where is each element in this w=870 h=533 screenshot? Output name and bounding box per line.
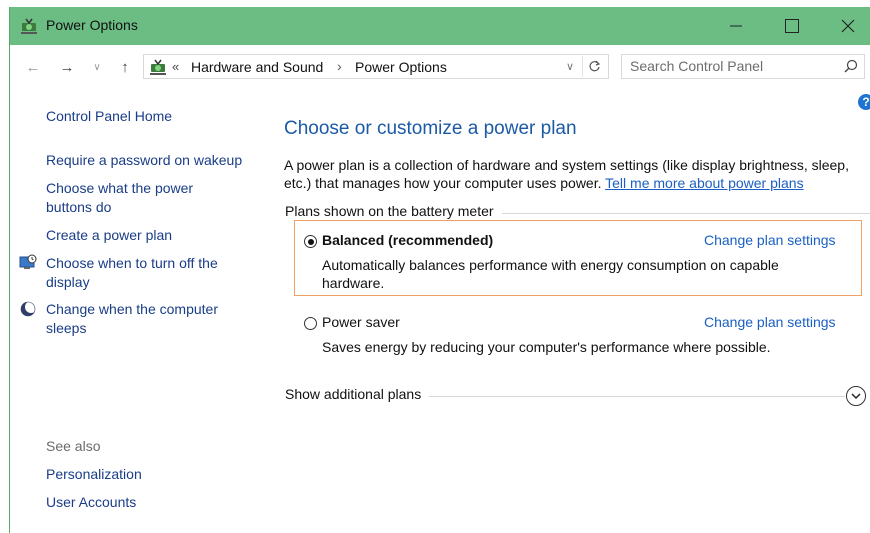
plan-description-balanced: Automatically balances performance with … [322,257,779,291]
search-input[interactable] [630,58,830,74]
breadcrumb-separator-icon[interactable]: › [337,58,342,74]
sidebar-item-turn-off-display[interactable]: Choose when to turn off the display [46,254,246,292]
power-options-window: Power Options ← → ∨ ↑ « Hardware and Sou… [9,7,870,533]
sidebar-item-create-plan[interactable]: Create a power plan [46,226,172,245]
sidebar-item-user-accounts[interactable]: User Accounts [46,493,136,512]
sidebar-item-computer-sleeps[interactable]: Change when the computer sleeps [46,300,246,338]
navigation-bar: ← → ∨ ↑ « Hardware and Sound › Power Opt… [10,45,870,89]
recent-locations-button[interactable]: ∨ [86,56,108,78]
window-title: Power Options [46,17,138,33]
sidebar-item-personalization[interactable]: Personalization [46,465,142,484]
close-icon [841,19,855,33]
sidebar-item-control-panel-home[interactable]: Control Panel Home [46,107,172,126]
tell-me-more-link[interactable]: Tell me more about power plans [605,175,803,191]
page-description: A power plan is a collection of hardware… [284,156,870,192]
balanced-change-settings-link[interactable]: Change plan settings [704,232,836,248]
minimize-button[interactable] [710,7,762,45]
additional-plans-section[interactable]: Show additional plans [285,386,845,406]
question-icon: ? [862,95,870,109]
monitor-clock-icon [19,254,37,269]
control-panel-icon [150,59,166,75]
show-additional-plans-label[interactable]: Show additional plans [285,386,430,402]
maximize-button[interactable] [766,7,818,45]
chevron-down-icon: ∨ [565,60,575,73]
search-icon [844,59,858,73]
search-box[interactable] [621,54,865,79]
help-button[interactable]: ? [858,94,870,110]
up-button[interactable]: ↑ [114,56,136,78]
power-saver-radio[interactable] [304,317,317,330]
address-bar[interactable]: « Hardware and Sound › Power Options ∨ [143,54,609,79]
chevron-down-icon [851,392,861,399]
close-button[interactable] [822,7,870,45]
arrow-left-icon: ← [25,58,41,76]
page-title: Choose or customize a power plan [284,118,577,139]
minimize-icon [730,25,742,27]
plan-name-balanced[interactable]: Balanced (recommended) [322,232,493,248]
breadcrumb-hardware-and-sound[interactable]: Hardware and Sound [191,59,323,75]
balanced-radio[interactable] [304,235,317,248]
arrow-right-icon: → [59,58,75,76]
refresh-button[interactable] [582,56,605,77]
refresh-icon [588,60,600,72]
plan-description-power-saver: Saves energy by reducing your computer's… [322,339,771,355]
plan-name-power-saver[interactable]: Power saver [322,314,400,330]
sidebar-item-power-buttons[interactable]: Choose what the power buttons do [46,179,216,217]
arrow-up-icon: ↑ [121,58,129,76]
power-options-icon [21,18,37,34]
back-button[interactable]: ← [22,56,44,78]
sidebar-item-require-password[interactable]: Require a password on wakeup [46,151,242,170]
breadcrumb-power-options[interactable]: Power Options [355,59,447,75]
power-saver-change-settings-link[interactable]: Change plan settings [704,314,836,330]
title-bar: Power Options [10,7,870,45]
section-label: Plans shown on the battery meter [285,203,502,219]
address-dropdown-button[interactable]: ∨ [562,57,578,75]
see-also-heading: See also [46,438,101,454]
maximize-icon [785,19,799,33]
moon-icon [20,301,37,317]
forward-button[interactable]: → [56,56,78,78]
breadcrumb-overflow[interactable]: « [172,59,179,74]
chevron-down-icon: ∨ [93,61,101,73]
expand-additional-plans-button[interactable] [846,386,866,406]
